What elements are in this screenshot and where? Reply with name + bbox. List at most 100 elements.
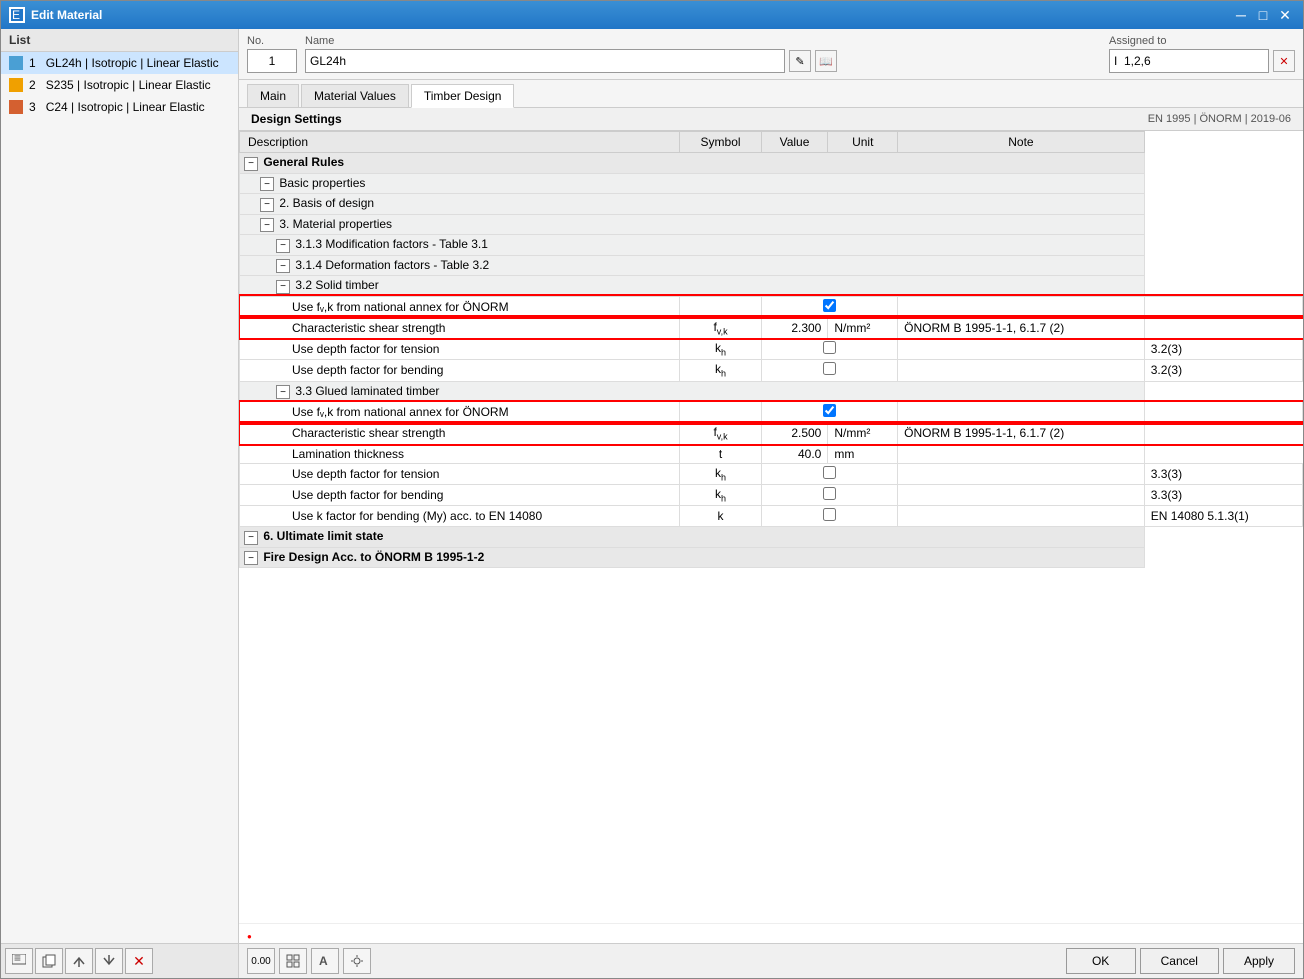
info-button[interactable]: 📖 bbox=[815, 50, 837, 72]
desc-cell: Use depth factor for bending bbox=[240, 360, 680, 381]
bottom-bar: 0.00 A OK Cancel Apply bbox=[239, 943, 1303, 978]
design-header: Design Settings EN 1995 | ÖNORM | 2019-0… bbox=[239, 108, 1303, 131]
title-bar: E Edit Material ─ □ ✕ bbox=[1, 1, 1303, 29]
svg-text:A: A bbox=[319, 954, 328, 968]
grid-toggle[interactable] bbox=[279, 948, 307, 974]
row-checkbox[interactable] bbox=[823, 508, 836, 521]
unit-cell: N/mm² bbox=[828, 423, 898, 444]
row-checkbox[interactable] bbox=[823, 404, 836, 417]
table-row[interactable]: Characteristic shear strengthfv,k2.300N/… bbox=[240, 317, 1303, 338]
table-row: − Fire Design Acc. to ÖNORM B 1995-1-2 bbox=[240, 547, 1303, 568]
expand-button[interactable]: − bbox=[276, 239, 290, 253]
settings-button[interactable] bbox=[343, 948, 371, 974]
table-row[interactable]: Characteristic shear strengthfv,k2.500N/… bbox=[240, 423, 1303, 444]
svg-text:≡: ≡ bbox=[14, 954, 21, 965]
table-row[interactable]: Use depth factor for bendingkh3.2(3) bbox=[240, 360, 1303, 381]
value-cell: 2.300 bbox=[761, 317, 828, 338]
desc-cell: Lamination thickness bbox=[240, 444, 680, 463]
no-label: No. bbox=[247, 35, 297, 47]
name-input[interactable] bbox=[305, 49, 785, 73]
table-row: − Basic properties bbox=[240, 173, 1303, 194]
list-item[interactable]: 2S235 | Isotropic | Linear Elastic bbox=[1, 74, 238, 96]
expand-button[interactable]: − bbox=[260, 198, 274, 212]
expand-button[interactable]: − bbox=[276, 259, 290, 273]
desc-cell: Use depth factor for tension bbox=[240, 463, 680, 484]
symbol-cell: kh bbox=[680, 463, 761, 484]
note-cell: 3.2(3) bbox=[1144, 338, 1302, 359]
row-checkbox[interactable] bbox=[823, 487, 836, 500]
table-row[interactable]: Use depth factor for bendingkh3.3(3) bbox=[240, 484, 1303, 505]
note-cell: ÖNORM B 1995-1-1, 6.1.7 (2) bbox=[898, 423, 1145, 444]
grid-icon bbox=[286, 954, 300, 968]
table-row: − 3.1.3 Modification factors - Table 3.1 bbox=[240, 235, 1303, 256]
expand-button[interactable]: − bbox=[260, 218, 274, 232]
list-item-text: S235 | Isotropic | Linear Elastic bbox=[46, 78, 211, 92]
expand-button[interactable]: − bbox=[276, 280, 290, 294]
assigned-field: Assigned to ✕ bbox=[1109, 35, 1295, 73]
properties-table-wrapper: Description Symbol Value Unit Note − Gen… bbox=[239, 131, 1303, 923]
checkbox-cell[interactable] bbox=[761, 338, 898, 359]
note-cell bbox=[1144, 402, 1302, 423]
col-note: Note bbox=[898, 132, 1145, 153]
maximize-button[interactable]: □ bbox=[1253, 5, 1273, 25]
tab-main[interactable]: Main bbox=[247, 84, 299, 107]
expand-button[interactable]: − bbox=[244, 531, 258, 545]
no-input[interactable] bbox=[247, 49, 297, 73]
table-row[interactable]: Lamination thicknesst40.0mm bbox=[240, 444, 1303, 463]
close-button[interactable]: ✕ bbox=[1275, 5, 1295, 25]
window-controls: ─ □ ✕ bbox=[1231, 5, 1295, 25]
table-row[interactable]: Use depth factor for tensionkh3.3(3) bbox=[240, 463, 1303, 484]
list-footer: ≡ ✕ bbox=[1, 943, 238, 978]
table-row[interactable]: Use k factor for bending (My) acc. to EN… bbox=[240, 506, 1303, 527]
expand-button[interactable]: − bbox=[244, 551, 258, 565]
note-cell: ÖNORM B 1995-1-1, 6.1.7 (2) bbox=[898, 317, 1145, 338]
expand-button[interactable]: − bbox=[244, 157, 258, 171]
checkbox-cell[interactable] bbox=[761, 360, 898, 381]
copy-item-button[interactable] bbox=[35, 948, 63, 974]
ok-button[interactable]: OK bbox=[1066, 948, 1136, 974]
symbol-cell: kh bbox=[680, 484, 761, 505]
apply-button[interactable]: Apply bbox=[1223, 948, 1295, 974]
table-row[interactable]: Use fᵥ,k from national annex for ÖNORM bbox=[240, 402, 1303, 423]
material-list: 1GL24h | Isotropic | Linear Elastic2S235… bbox=[1, 52, 238, 943]
minimize-button[interactable]: ─ bbox=[1231, 5, 1251, 25]
text-style-button[interactable]: A bbox=[311, 948, 339, 974]
add-item-button[interactable]: ≡ bbox=[5, 948, 33, 974]
table-row[interactable]: Use depth factor for tensionkh3.2(3) bbox=[240, 338, 1303, 359]
row-checkbox[interactable] bbox=[823, 299, 836, 312]
assigned-input[interactable] bbox=[1109, 49, 1269, 73]
unit-cell bbox=[898, 402, 1145, 423]
tab-material_values[interactable]: Material Values bbox=[301, 84, 409, 107]
clear-assigned-button[interactable]: ✕ bbox=[1273, 50, 1295, 72]
delete-item-button[interactable]: ✕ bbox=[125, 948, 153, 974]
table-row: − 3.2 Solid timber bbox=[240, 276, 1303, 297]
expand-button[interactable]: − bbox=[276, 385, 290, 399]
table-row: − 3. Material properties bbox=[240, 214, 1303, 235]
expand-button[interactable]: − bbox=[260, 177, 274, 191]
list-item[interactable]: 3C24 | Isotropic | Linear Elastic bbox=[1, 96, 238, 118]
cancel-button[interactable]: Cancel bbox=[1140, 948, 1219, 974]
row-checkbox[interactable] bbox=[823, 466, 836, 479]
row-checkbox[interactable] bbox=[823, 341, 836, 354]
symbol-cell: fv,k bbox=[680, 423, 761, 444]
symbol-cell: k bbox=[680, 506, 761, 527]
edit-name-button[interactable]: ✎ bbox=[789, 50, 811, 72]
no-field: No. bbox=[247, 35, 297, 73]
export-button[interactable] bbox=[95, 948, 123, 974]
checkbox-cell[interactable] bbox=[761, 506, 898, 527]
checkbox-cell[interactable] bbox=[761, 463, 898, 484]
checkbox-cell[interactable] bbox=[761, 484, 898, 505]
checkbox-cell[interactable] bbox=[761, 296, 898, 317]
unit-cell bbox=[898, 484, 1145, 505]
list-item-color bbox=[9, 78, 23, 92]
table-row[interactable]: Use fᵥ,k from national annex for ÖNORM bbox=[240, 296, 1303, 317]
list-item[interactable]: 1GL24h | Isotropic | Linear Elastic bbox=[1, 52, 238, 74]
desc-cell: Use fᵥ,k from national annex for ÖNORM bbox=[240, 402, 680, 423]
coord-toggle[interactable]: 0.00 bbox=[247, 948, 275, 974]
main-content: List 1GL24h | Isotropic | Linear Elastic… bbox=[1, 29, 1303, 978]
table-row: − 6. Ultimate limit state bbox=[240, 527, 1303, 548]
tab-timber_design[interactable]: Timber Design bbox=[411, 84, 515, 108]
import-button[interactable] bbox=[65, 948, 93, 974]
checkbox-cell[interactable] bbox=[761, 402, 898, 423]
row-checkbox[interactable] bbox=[823, 362, 836, 375]
